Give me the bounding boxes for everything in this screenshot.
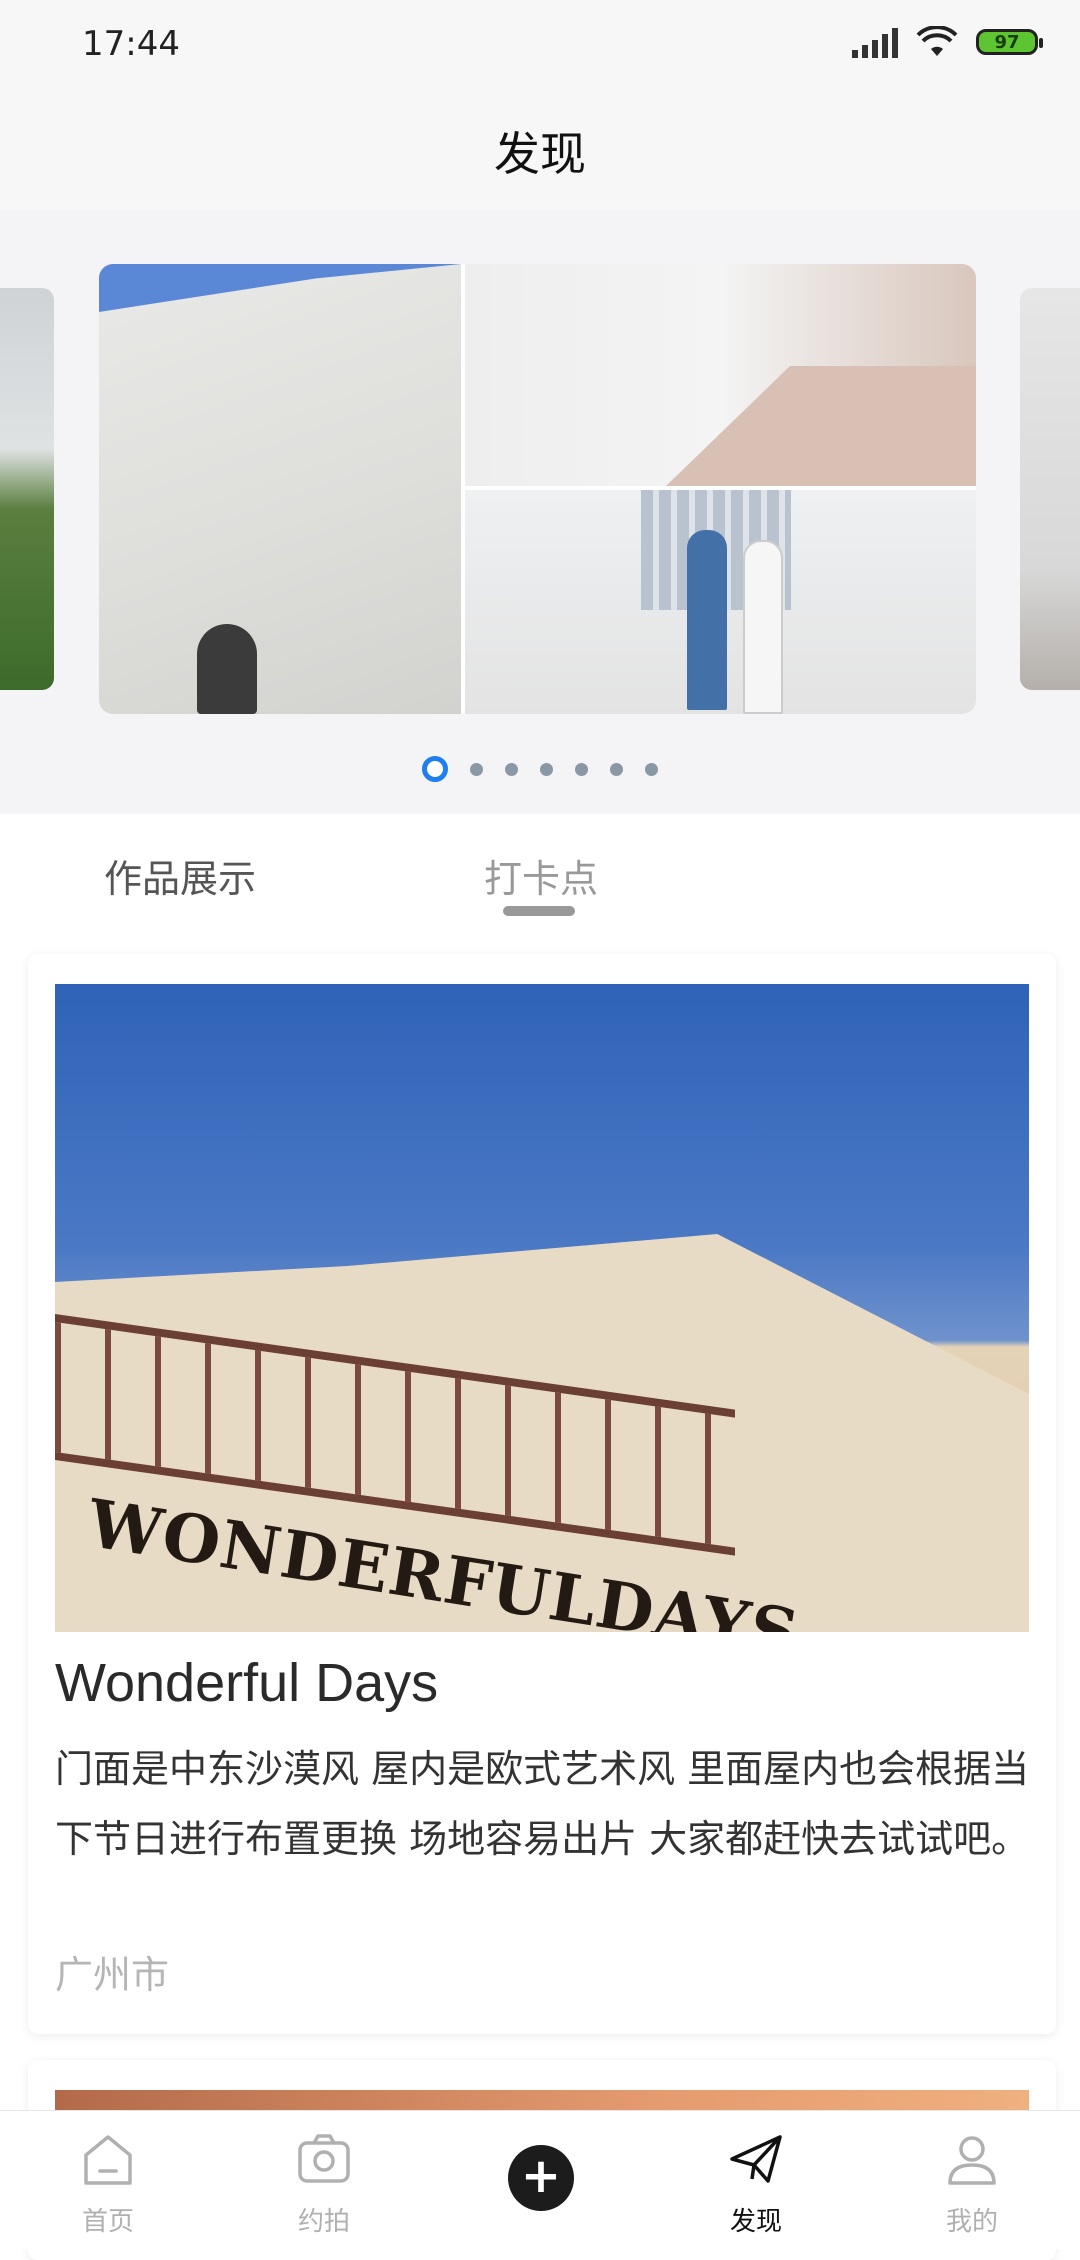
spot-description: 门面是中东沙漠风 屋内是欧式艺术风 里面屋内也会根据当下节日进行布置更换 场地容… bbox=[55, 1747, 1030, 1861]
tab-indicator bbox=[503, 906, 575, 916]
paper-plane-icon bbox=[730, 2135, 782, 2183]
wifi-icon bbox=[916, 26, 958, 56]
carousel-dot[interactable] bbox=[575, 762, 588, 776]
carousel-indicator bbox=[0, 756, 1080, 782]
spot-title: Wonderful Days bbox=[55, 1653, 439, 1713]
carousel-dot[interactable] bbox=[505, 762, 518, 776]
page-title: 发现 bbox=[494, 127, 586, 181]
signal-icon bbox=[852, 26, 898, 58]
banner-current-slide[interactable] bbox=[99, 264, 976, 714]
status-icons: 97 bbox=[852, 26, 1043, 58]
header: 发现 bbox=[0, 88, 1080, 210]
carousel-dot[interactable] bbox=[422, 756, 448, 782]
nav-appointment[interactable]: 约拍 bbox=[216, 2111, 432, 2249]
banner-prev-slide[interactable] bbox=[0, 288, 54, 690]
person-icon bbox=[948, 2136, 996, 2185]
nav-appointment-label: 约拍 bbox=[297, 2207, 350, 2237]
content-tabs: 作品展示 打卡点 bbox=[0, 814, 1080, 934]
carousel-dot[interactable] bbox=[540, 762, 553, 776]
nav-home[interactable]: 首页 bbox=[0, 2111, 216, 2249]
nav-profile-label: 我的 bbox=[945, 2207, 998, 2237]
carousel-dot[interactable] bbox=[610, 762, 623, 776]
tab-works[interactable]: 作品展示 bbox=[104, 848, 256, 903]
spot-card[interactable]: WONDERFULDAYS Wonderful Days 门面是中东沙漠风 屋内… bbox=[28, 954, 1056, 2034]
carousel-dot[interactable] bbox=[470, 762, 483, 776]
status-time: 17:44 bbox=[82, 24, 180, 64]
plus-icon: + bbox=[508, 2145, 574, 2211]
nav-profile[interactable]: 我的 bbox=[864, 2111, 1080, 2249]
status-bar: 17:44 97 bbox=[0, 0, 1080, 88]
camera-icon bbox=[298, 2134, 350, 2183]
banner-next-slide[interactable] bbox=[1020, 288, 1080, 690]
nav-home-label: 首页 bbox=[81, 2207, 134, 2237]
home-icon bbox=[84, 2135, 132, 2185]
tab-checkin-spots[interactable]: 打卡点 bbox=[484, 848, 598, 903]
nav-discover[interactable]: 发现 bbox=[648, 2111, 864, 2249]
bottom-nav: 首页 约拍 + 发现 我的 bbox=[0, 2110, 1080, 2249]
battery-icon: 97 bbox=[976, 29, 1043, 55]
banner-carousel[interactable] bbox=[0, 210, 1080, 814]
nav-discover-label: 发现 bbox=[729, 2207, 782, 2237]
nav-add[interactable]: + bbox=[432, 2111, 648, 2249]
carousel-dot[interactable] bbox=[645, 762, 658, 776]
spot-photo[interactable]: WONDERFULDAYS bbox=[55, 984, 1029, 1632]
banner-photo-top-right bbox=[465, 264, 976, 486]
spot-city: 广州市 bbox=[55, 1953, 170, 1997]
banner-photo-main bbox=[99, 264, 461, 714]
banner-photo-bottom-right bbox=[465, 490, 976, 714]
